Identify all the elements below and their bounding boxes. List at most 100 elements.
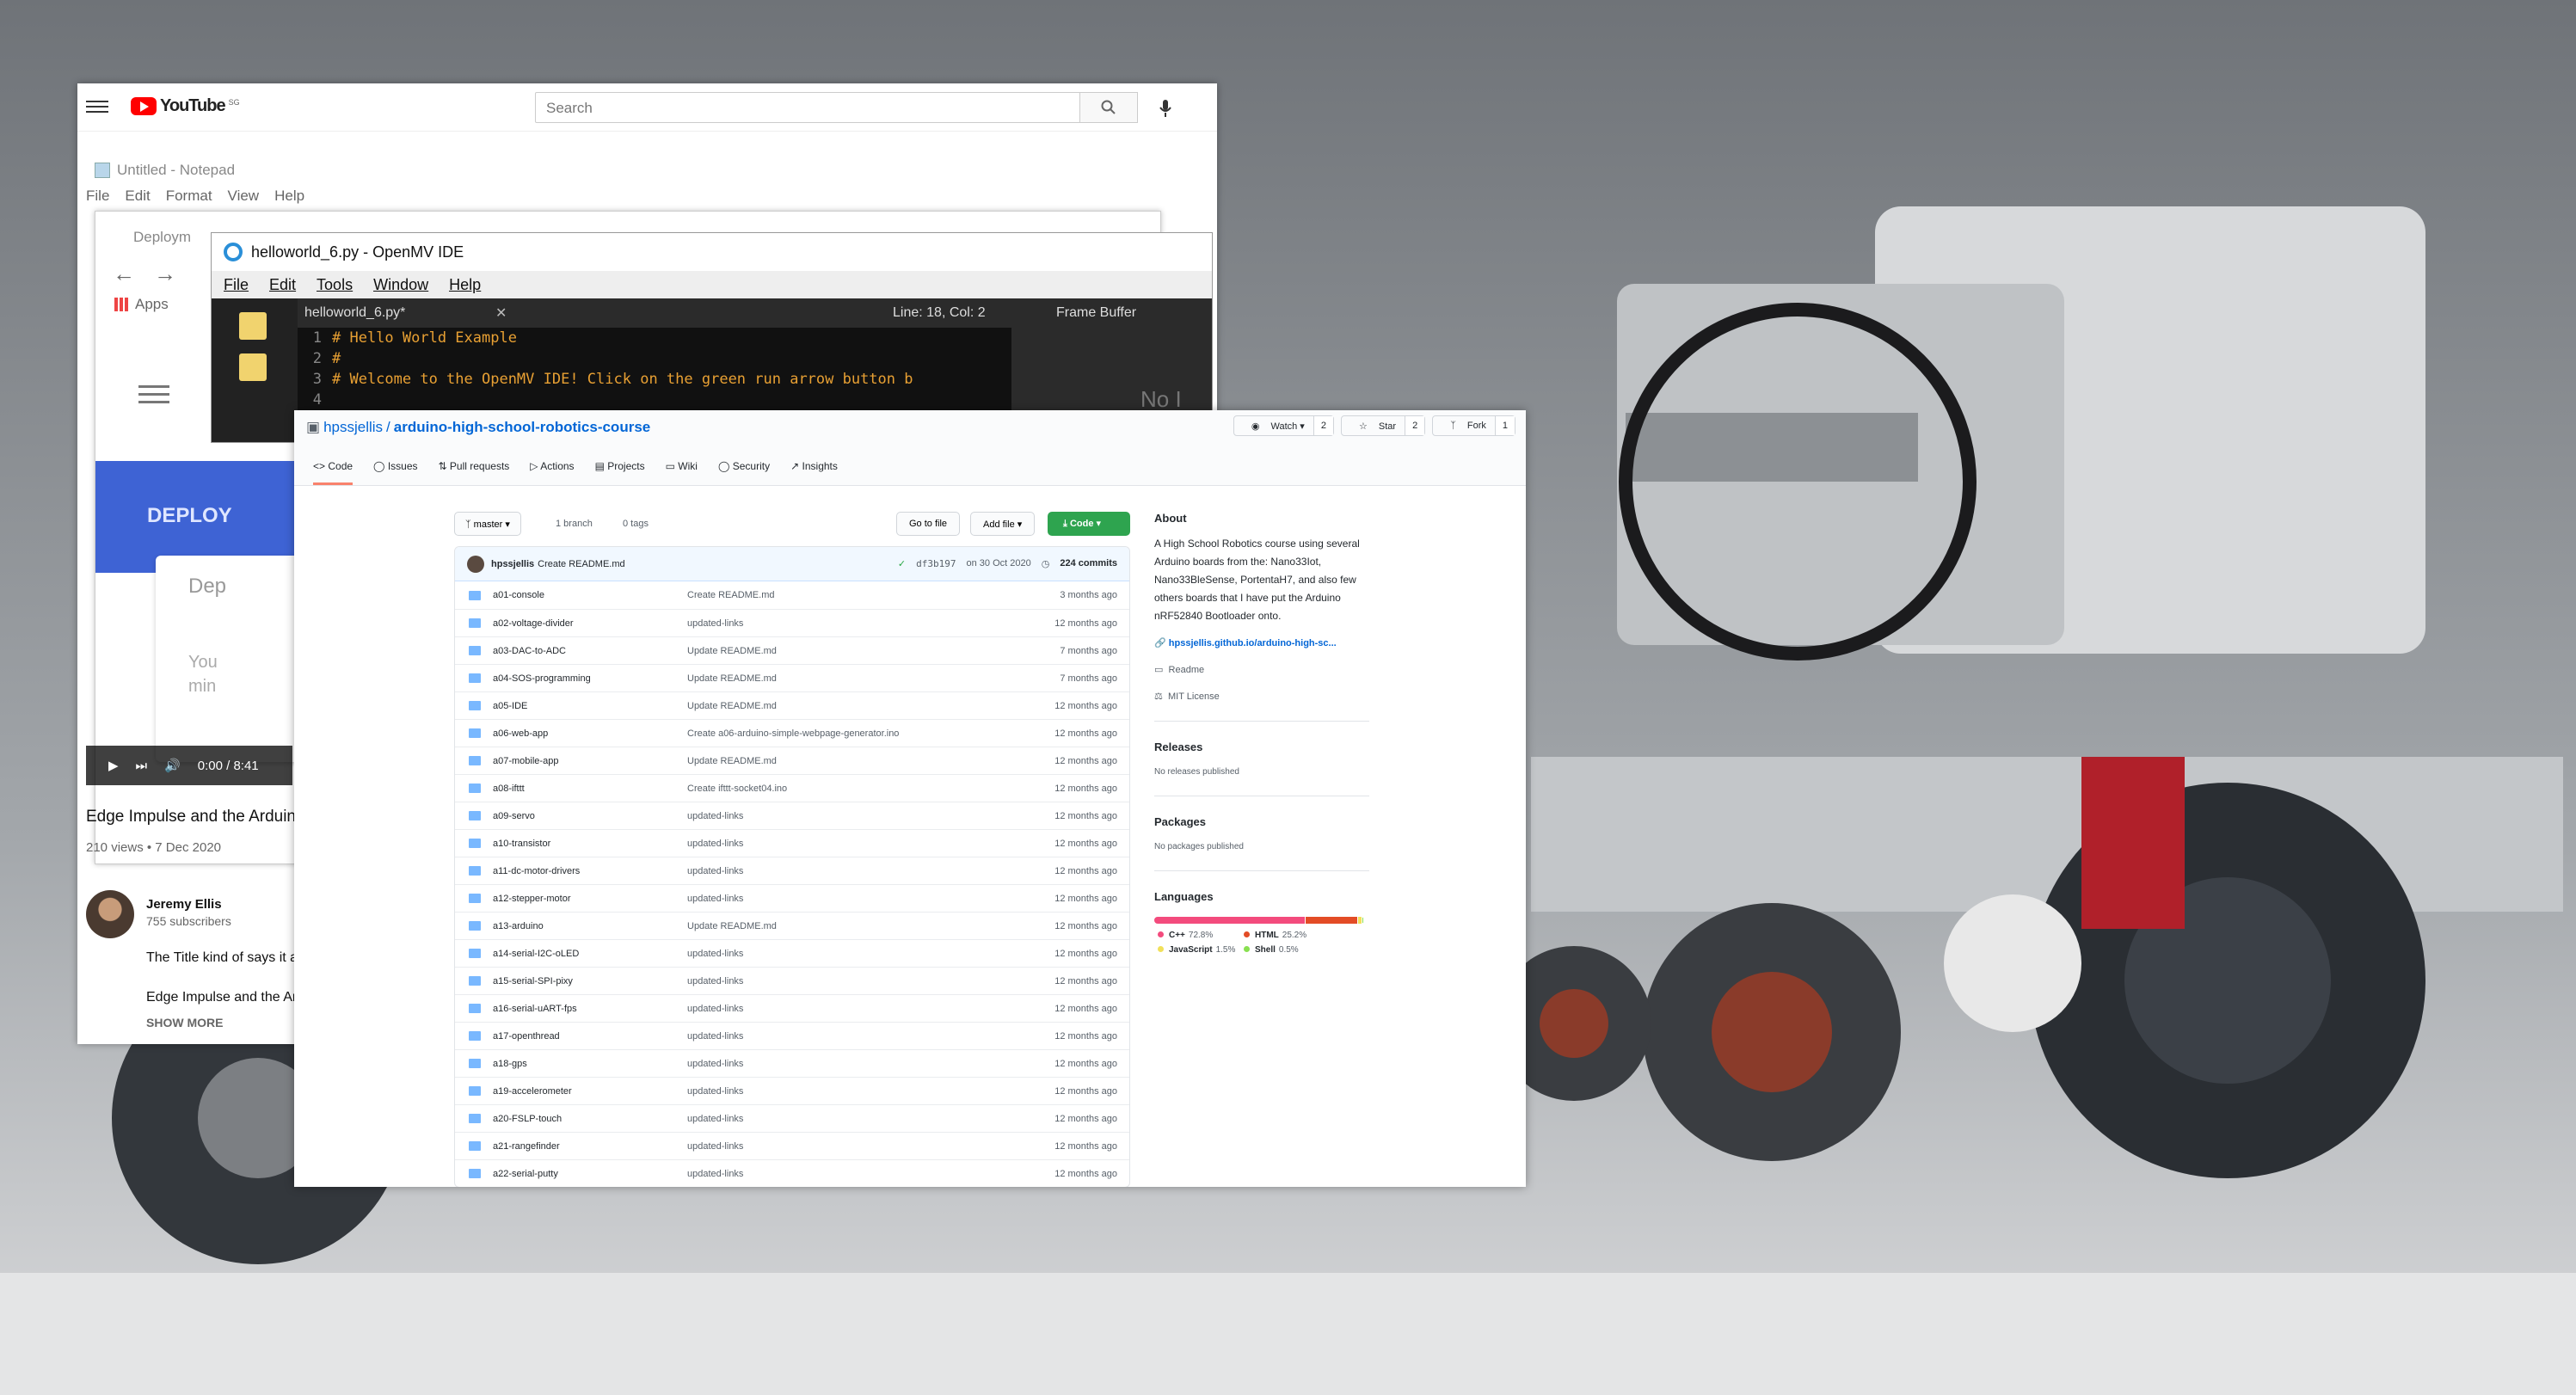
openmv-menu-tools[interactable]: Tools [317, 276, 353, 294]
notepad-menu-edit[interactable]: Edit [125, 187, 150, 205]
channel-name[interactable]: Jeremy Ellis [146, 897, 222, 912]
volume-icon[interactable]: 🔊 [164, 758, 181, 773]
file-name-link[interactable]: a07-mobile-app [493, 756, 687, 766]
table-row[interactable]: a21-rangefinder updated-links 12 months ag… [455, 1132, 1129, 1159]
commit-author[interactable]: hpssjellis [491, 559, 534, 569]
releases-heading[interactable]: Releases [1154, 741, 1369, 753]
notepad-menu-format[interactable]: Format [166, 187, 212, 205]
table-row[interactable]: a05-IDE Update README.md 12 months ago [455, 691, 1129, 719]
forward-arrow-icon[interactable]: → [154, 261, 176, 287]
file-name-link[interactable]: a06-web-app [493, 728, 687, 739]
table-row[interactable]: a08-ifttt Create ifttt-socket04.ino 12 mon… [455, 774, 1129, 802]
commit-message-link[interactable]: updated-links [687, 866, 1014, 876]
hamburger-icon[interactable] [86, 97, 108, 114]
table-row[interactable]: a06-web-app Create a06-arduino-simple-web… [455, 719, 1129, 747]
commit-message-link[interactable]: updated-links [687, 1114, 1014, 1124]
browser-tab[interactable]: Deploym [108, 224, 228, 249]
language-item[interactable]: JavaScript 1.5% [1154, 945, 1240, 955]
openmv-menu-help[interactable]: Help [449, 276, 481, 294]
file-name-link[interactable]: a17-openthread [493, 1031, 687, 1042]
search-input[interactable]: Search [535, 92, 1081, 123]
commit-message[interactable]: Create README.md [538, 559, 624, 569]
commit-message-link[interactable]: updated-links [687, 1169, 1014, 1179]
file-name-link[interactable]: a13-arduino [493, 921, 687, 931]
search-button[interactable] [1079, 92, 1138, 123]
commit-message-link[interactable]: Update README.md [687, 756, 1014, 766]
tags-link[interactable]: 0 tags [623, 519, 649, 529]
file-name-link[interactable]: a09-servo [493, 811, 687, 821]
file-name-link[interactable]: a16-serial-uART-fps [493, 1004, 687, 1014]
commit-message-link[interactable]: updated-links [687, 976, 1014, 986]
table-row[interactable]: a09-servo updated-links 12 months ago [455, 802, 1129, 829]
new-file-icon[interactable] [239, 312, 267, 340]
tab-pull-requests[interactable]: ⇅ Pull requests [439, 460, 510, 485]
commit-message-link[interactable]: updated-links [687, 1031, 1014, 1042]
file-name-link[interactable]: a18-gps [493, 1059, 687, 1069]
language-item[interactable]: C++ 72.8% [1154, 931, 1240, 940]
table-row[interactable]: a03-DAC-to-ADC Update README.md 7 months a… [455, 636, 1129, 664]
watch-count[interactable]: 2 [1313, 416, 1333, 435]
go-to-file-button[interactable]: Go to file [896, 512, 961, 536]
repo-name-link[interactable]: arduino-high-school-robotics-course [394, 419, 650, 436]
openmv-menu-window[interactable]: Window [373, 276, 428, 294]
file-name-link[interactable]: a03-DAC-to-ADC [493, 646, 687, 656]
avatar[interactable] [467, 555, 484, 573]
commit-message-link[interactable]: Create ifttt-socket04.ino [687, 784, 1014, 794]
star-button[interactable]: ☆ Star 2 [1340, 415, 1426, 436]
table-row[interactable]: a01-console Create README.md 3 months ago [455, 581, 1129, 609]
file-name-link[interactable]: a14-serial-I2C-oLED [493, 949, 687, 959]
file-name-link[interactable]: a20-FSLP-touch [493, 1114, 687, 1124]
table-row[interactable]: a02-voltage-divider updated-links 12 month… [455, 609, 1129, 636]
play-icon[interactable]: ▶ [108, 758, 119, 773]
file-name-link[interactable]: a11-dc-motor-drivers [493, 866, 687, 876]
table-row[interactable]: a07-mobile-app Update README.md 12 months … [455, 747, 1129, 774]
microphone-icon[interactable] [1151, 94, 1180, 123]
license-link[interactable]: ⚖ MIT License [1154, 691, 1369, 702]
commit-message-link[interactable]: Update README.md [687, 646, 1014, 656]
commit-message-link[interactable]: updated-links [687, 894, 1014, 904]
file-name-link[interactable]: a02-voltage-divider [493, 618, 687, 629]
tab-code[interactable]: <> Code [313, 460, 354, 485]
notepad-menu-view[interactable]: View [228, 187, 260, 205]
close-icon[interactable]: ✕ [495, 304, 521, 322]
branches-link[interactable]: 1 branch [556, 519, 593, 529]
commit-message-link[interactable]: updated-links [687, 1004, 1014, 1014]
notepad-menu-help[interactable]: Help [274, 187, 304, 205]
back-arrow-icon[interactable]: ← [113, 261, 135, 287]
table-row[interactable]: a12-stepper-motor updated-links 12 months … [455, 884, 1129, 912]
fork-button[interactable]: ᛉ Fork 1 [1432, 415, 1515, 436]
packages-heading[interactable]: Packages [1154, 815, 1369, 828]
commit-message-link[interactable]: updated-links [687, 949, 1014, 959]
table-row[interactable]: a19-accelerometer updated-links 12 months … [455, 1077, 1129, 1104]
star-count[interactable]: 2 [1405, 416, 1425, 435]
youtube-logo[interactable]: YouTube SG [131, 96, 240, 116]
openmv-menu-file[interactable]: File [224, 276, 249, 294]
file-name-link[interactable]: a15-serial-SPI-pixy [493, 976, 687, 986]
homepage-link[interactable]: 🔗 hpssjellis.github.io/arduino-high-sc..… [1154, 637, 1369, 648]
file-name-link[interactable]: a08-ifttt [493, 784, 687, 794]
file-name-link[interactable]: a04-SOS-programming [493, 673, 687, 684]
file-name-link[interactable]: a19-accelerometer [493, 1086, 687, 1097]
table-row[interactable]: a16-serial-uART-fps updated-links 12 month… [455, 994, 1129, 1022]
commit-message-link[interactable]: updated-links [687, 1059, 1014, 1069]
commit-message-link[interactable]: updated-links [687, 839, 1014, 849]
add-file-button[interactable]: Add file ▾ [970, 512, 1036, 536]
file-name-link[interactable]: a12-stepper-motor [493, 894, 687, 904]
commit-message-link[interactable]: updated-links [687, 618, 1014, 629]
next-icon[interactable]: ⏭ [136, 759, 148, 773]
openmv-menu-edit[interactable]: Edit [269, 276, 296, 294]
commit-message-link[interactable]: updated-links [687, 1141, 1014, 1152]
commit-message-link[interactable]: updated-links [687, 811, 1014, 821]
commit-count[interactable]: 224 commits [1060, 558, 1117, 569]
file-name-link[interactable]: a21-rangefinder [493, 1141, 687, 1152]
watch-button[interactable]: ◉ Watch ▾ 2 [1233, 415, 1334, 436]
table-row[interactable]: a15-serial-SPI-pixy updated-links 12 month… [455, 967, 1129, 994]
language-item[interactable]: HTML 25.2% [1240, 931, 1343, 940]
table-row[interactable]: a13-arduino Update README.md 12 months ago [455, 912, 1129, 939]
tab-actions[interactable]: ▷ Actions [530, 460, 574, 485]
table-row[interactable]: a11-dc-motor-drivers updated-links 12 mont… [455, 857, 1129, 884]
tab-issues[interactable]: ◯ Issues [373, 460, 417, 485]
file-name-link[interactable]: a01-console [493, 590, 687, 600]
commit-message-link[interactable]: Update README.md [687, 673, 1014, 684]
open-folder-icon[interactable] [239, 353, 267, 381]
